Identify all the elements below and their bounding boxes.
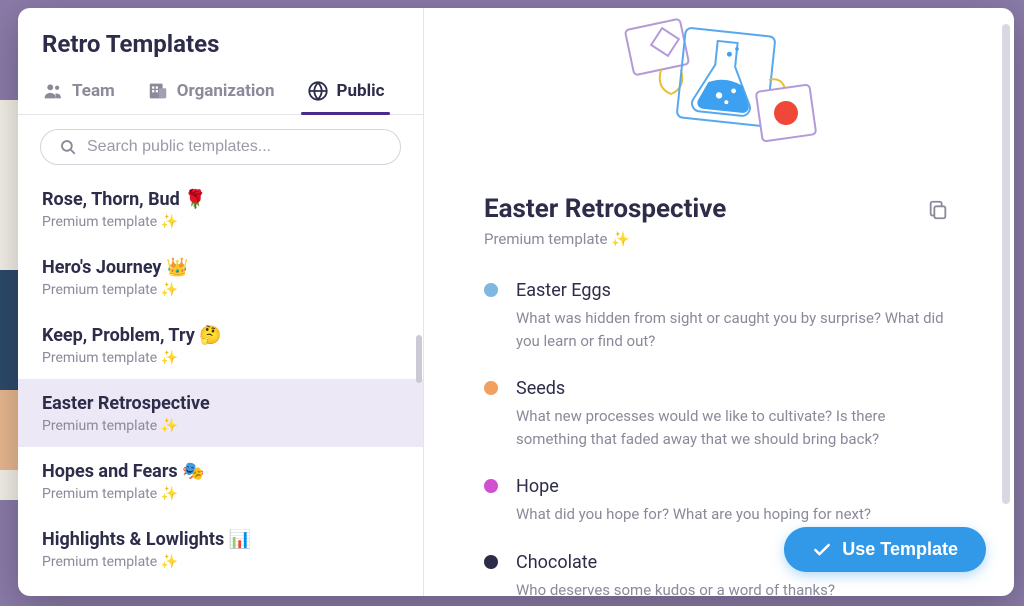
prompt-color-dot: [484, 381, 498, 395]
prompt-color-dot: [484, 555, 498, 569]
list-item[interactable]: Hero's Journey 👑 Premium template ✨: [18, 243, 423, 311]
check-icon: [812, 540, 832, 560]
detail-title: Easter Retrospective: [484, 194, 726, 224]
detail-subtitle: Premium template ✨: [484, 230, 726, 248]
prompt-description: Who deserves some kudos or a word of tha…: [516, 579, 835, 597]
prompt-body: Hope What did you hope for? What are you …: [516, 476, 871, 526]
detail-titles: Easter Retrospective Premium template ✨: [484, 194, 726, 248]
scope-tabs: Team Organization Public: [18, 72, 423, 115]
copy-button[interactable]: [922, 194, 954, 226]
prompt-color-dot: [484, 283, 498, 297]
prompt-body: Easter Eggs What was hidden from sight or…: [516, 280, 954, 352]
modal-title: Retro Templates: [18, 8, 423, 72]
template-list: Rose, Thorn, Bud 🌹Premium template ✨Hero…: [18, 175, 423, 596]
organization-icon: [147, 80, 169, 102]
list-item-title: Hopes and Fears 🎭: [42, 461, 399, 482]
team-icon: [42, 80, 64, 102]
list-item[interactable]: Highlights & Lowlights 📊 Premium template…: [18, 515, 423, 583]
template-modal: Retro Templates Team Organization Public: [18, 8, 1014, 596]
search-icon: [59, 138, 77, 156]
list-item-subtitle: Premium template ✨: [42, 554, 399, 570]
left-pane: Retro Templates Team Organization Public: [18, 8, 424, 596]
list-item[interactable]: Keep, Problem, Try 🤔 Premium template ✨: [18, 311, 423, 379]
tab-label: Team: [72, 81, 115, 101]
prompt-color-dot: [484, 479, 498, 493]
globe-icon: [307, 80, 329, 102]
flask-illustration-icon: [619, 18, 819, 148]
prompt-description: What did you hope for? What are you hopi…: [516, 503, 871, 526]
list-item[interactable]: Hopes and Fears 🎭 Premium template ✨: [18, 447, 423, 515]
prompt-row: Easter Eggs What was hidden from sight or…: [484, 272, 954, 370]
prompt-title: Seeds: [516, 378, 954, 399]
list-item-title: Highlights & Lowlights 📊: [42, 529, 399, 550]
prompt-description: What new processes would we like to cult…: [516, 405, 954, 450]
tab-public[interactable]: Public: [307, 72, 385, 114]
tab-label: Organization: [177, 81, 275, 101]
list-item-subtitle: Premium template ✨: [42, 282, 399, 298]
list-item[interactable]: Easter Retrospective Premium template ✨: [18, 379, 423, 447]
list-item-title: Rose, Thorn, Bud 🌹: [42, 189, 399, 210]
list-item-title: Keep, Problem, Try 🤔: [42, 325, 399, 346]
list-item-subtitle: Premium template ✨: [42, 214, 399, 230]
prompt-title: Easter Eggs: [516, 280, 954, 301]
use-template-button[interactable]: Use Template: [784, 527, 986, 572]
list-item-subtitle: Premium template ✨: [42, 486, 399, 502]
list-item[interactable]: Rose, Thorn, Bud 🌹 Premium template ✨: [18, 175, 423, 243]
list-item-subtitle: Premium template ✨: [42, 350, 399, 366]
prompt-title: Hope: [516, 476, 871, 497]
search-input[interactable]: [87, 138, 382, 156]
detail-header: Easter Retrospective Premium template ✨: [484, 158, 954, 256]
search-wrap: [18, 115, 423, 175]
right-pane: Easter Retrospective Premium template ✨ …: [424, 8, 1014, 596]
tab-label: Public: [337, 81, 385, 101]
illustration: [424, 8, 1014, 158]
tab-organization[interactable]: Organization: [147, 72, 275, 114]
tab-team[interactable]: Team: [42, 72, 115, 114]
prompt-description: What was hidden from sight or caught you…: [516, 307, 954, 352]
search-field[interactable]: [40, 129, 401, 165]
use-button-label: Use Template: [842, 539, 958, 560]
copy-icon: [927, 199, 949, 221]
list-item-title: Hero's Journey 👑: [42, 257, 399, 278]
list-item-title: Easter Retrospective: [42, 393, 399, 414]
prompt-row: Seeds What new processes would we like to…: [484, 370, 954, 468]
prompt-body: Seeds What new processes would we like to…: [516, 378, 954, 450]
list-item-subtitle: Premium template ✨: [42, 418, 399, 434]
